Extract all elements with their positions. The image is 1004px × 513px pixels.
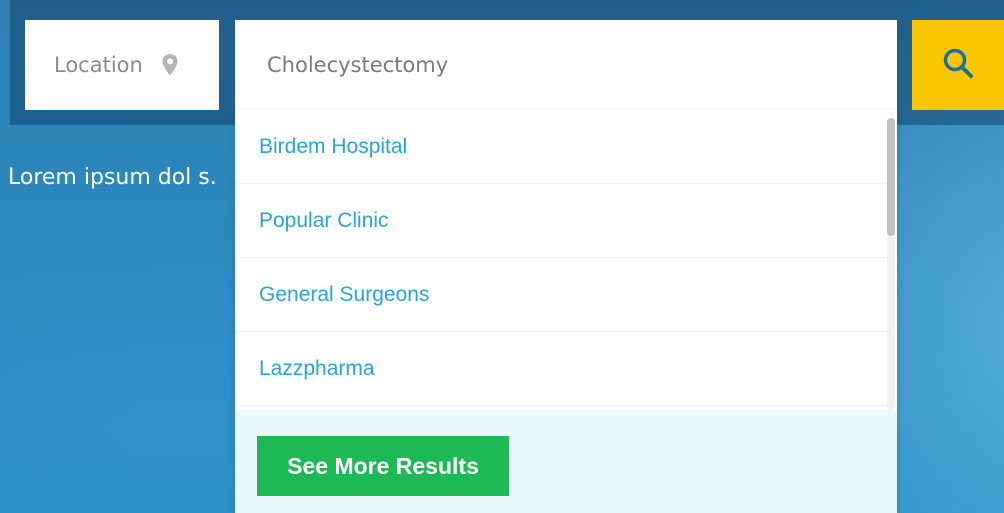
suggestion-item[interactable]: General Surgeons xyxy=(235,258,897,332)
dropdown-scrollbar[interactable] xyxy=(887,118,895,410)
dropdown-footer: See More Results xyxy=(235,410,897,513)
suggestion-item[interactable]: Popular Clinic xyxy=(235,184,897,258)
scrollbar-thumb[interactable] xyxy=(887,118,895,236)
magnifier-icon xyxy=(941,46,975,85)
see-more-results-button[interactable]: See More Results xyxy=(257,436,509,496)
search-button[interactable] xyxy=(912,20,1004,110)
search-query-value: Cholecystectomy xyxy=(267,53,449,77)
location-placeholder: Location xyxy=(54,53,143,77)
suggestions-list: Birdem Hospital Popular Clinic General S… xyxy=(235,110,897,410)
suggestions-dropdown: Birdem Hospital Popular Clinic General S… xyxy=(235,110,897,513)
map-pin-icon xyxy=(161,53,179,77)
suggestion-item[interactable]: Birdem Hospital xyxy=(235,110,897,184)
location-field[interactable]: Location xyxy=(25,20,219,110)
search-input[interactable]: Cholecystectomy xyxy=(235,20,897,110)
suggestion-item[interactable]: Lazzpharma xyxy=(235,332,897,406)
